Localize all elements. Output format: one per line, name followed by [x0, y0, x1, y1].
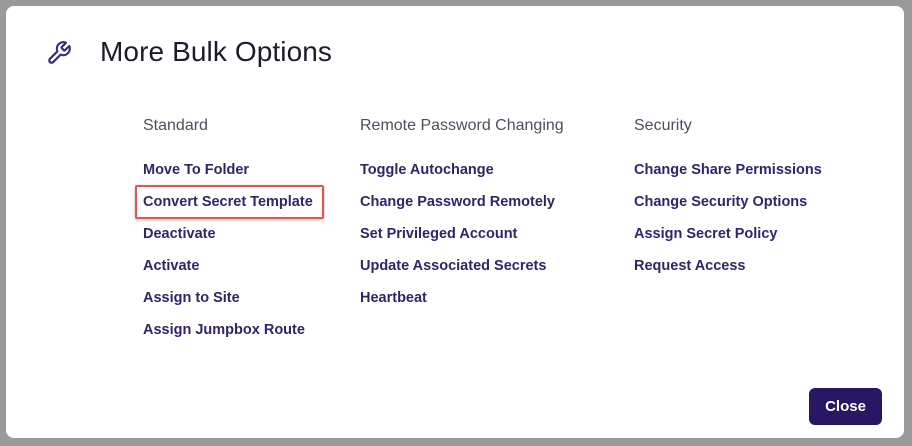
remote-password-changing-column: Remote Password Changing Toggle Autochan… [360, 115, 564, 320]
change-password-remotely-link[interactable]: Change Password Remotely [360, 192, 564, 212]
change-security-options-link[interactable]: Change Security Options [634, 192, 822, 212]
security-column: Security Change Share Permissions Change… [634, 115, 822, 288]
move-to-folder-link[interactable]: Move To Folder [143, 160, 313, 180]
assign-jumpbox-route-link[interactable]: Assign Jumpbox Route [143, 320, 313, 340]
set-privileged-account-link[interactable]: Set Privileged Account [360, 224, 564, 244]
change-share-permissions-link[interactable]: Change Share Permissions [634, 160, 822, 180]
standard-heading: Standard [143, 117, 208, 134]
remote-password-changing-heading: Remote Password Changing [360, 117, 564, 134]
close-button[interactable]: Close [809, 388, 882, 425]
convert-secret-template-link[interactable]: Convert Secret Template [135, 185, 324, 219]
request-access-link[interactable]: Request Access [634, 256, 822, 276]
update-associated-secrets-link[interactable]: Update Associated Secrets [360, 256, 564, 276]
toggle-autochange-link[interactable]: Toggle Autochange [360, 160, 564, 180]
bulk-options-dialog: More Bulk Options Standard Move To Folde… [6, 6, 904, 438]
dialog-title: More Bulk Options [100, 36, 333, 67]
activate-link[interactable]: Activate [143, 256, 313, 276]
assign-secret-policy-link[interactable]: Assign Secret Policy [634, 224, 822, 244]
assign-to-site-link[interactable]: Assign to Site [143, 288, 313, 308]
wrench-icon [46, 40, 72, 66]
deactivate-link[interactable]: Deactivate [143, 224, 313, 244]
heartbeat-link[interactable]: Heartbeat [360, 288, 564, 308]
standard-column: Standard Move To Folder Convert Secret T… [135, 115, 324, 352]
security-heading: Security [634, 117, 692, 134]
